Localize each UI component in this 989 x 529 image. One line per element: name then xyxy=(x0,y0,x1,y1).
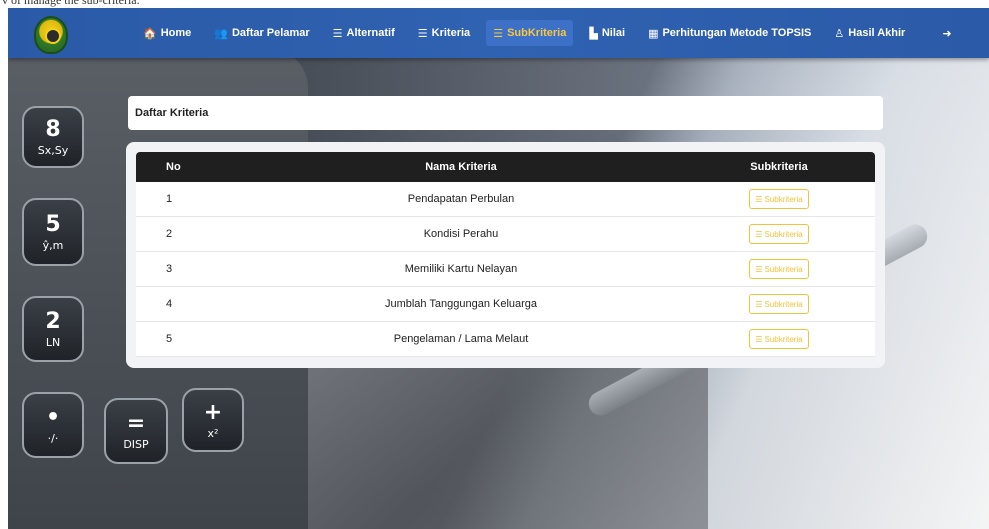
list-icon: ☰ xyxy=(755,264,763,274)
nav-alternatif[interactable]: ☰ Alternatif xyxy=(326,20,402,46)
cell-nama-kriteria: Pendapatan Perbulan xyxy=(239,182,683,217)
cell-subkriteria: ☰ Subkriteria xyxy=(683,182,875,217)
user-icon: ♙ xyxy=(834,26,845,40)
nav-nilai[interactable]: ▙ Nilai xyxy=(582,20,632,46)
nav-hasil-akhir[interactable]: ♙ Hasil Akhir xyxy=(827,20,912,46)
users-icon: 👥 xyxy=(214,26,228,40)
list-icon: ☰ xyxy=(755,229,763,239)
calculator-key: + x² xyxy=(182,388,244,452)
header-subkriteria: Subkriteria xyxy=(683,152,875,182)
cell-no: 3 xyxy=(136,251,239,287)
table-row: 5 Pengelaman / Lama Melaut ☰ Subkriteria xyxy=(136,321,875,357)
cell-subkriteria: ☰ Subkriteria xyxy=(683,286,875,322)
nav-subkriteria[interactable]: ☰ SubKriteria xyxy=(486,20,574,46)
chart-icon: ▙ xyxy=(589,26,598,40)
list-ol-icon: ☰ xyxy=(417,26,428,40)
nav-home[interactable]: 🏠 Home xyxy=(136,20,198,46)
calculator-key: 8 Sx,Sy xyxy=(22,106,84,168)
table-row: 2 Kondisi Perahu ☰ Subkriteria xyxy=(136,216,875,252)
table-header-row: No Nama Kriteria Subkriteria xyxy=(136,152,875,182)
list-icon: ☰ xyxy=(755,334,763,344)
cell-subkriteria: ☰ Subkriteria xyxy=(683,216,875,252)
calculator-icon: ▦ xyxy=(648,26,659,40)
cell-nama-kriteria: Kondisi Perahu xyxy=(239,216,683,252)
app-logo[interactable] xyxy=(34,16,68,54)
list-icon: ☰ xyxy=(493,26,504,40)
nav-alternatif-label: Alternatif xyxy=(346,27,395,39)
header-nama-kriteria: Nama Kriteria xyxy=(239,152,683,182)
app-frame: 8 Sx,Sy 5 ŷ,m 2 LN • ·/· = DISP + x² 🏠 Home 👥 … xyxy=(8,8,989,529)
cell-subkriteria: ☰ Subkriteria xyxy=(683,251,875,287)
nav-perhitungan-label: Perhitungan Metode TOPSIS xyxy=(662,27,812,39)
subkriteria-button[interactable]: ☰ Subkriteria xyxy=(749,329,809,349)
header-no: No xyxy=(136,152,239,182)
cell-subkriteria: ☰ Subkriteria xyxy=(683,321,875,357)
criteria-table-card: No Nama Kriteria Subkriteria 1 Pendapata… xyxy=(126,142,885,368)
logout-button[interactable]: ➜ xyxy=(935,20,962,46)
caption-text: v of manage the sub-criteria. xyxy=(2,0,140,7)
list-icon: ☰ xyxy=(332,26,343,40)
cell-no: 1 xyxy=(136,182,239,217)
sign-out-icon: ➜ xyxy=(942,26,952,40)
calculator-key: • ·/· xyxy=(22,392,84,458)
home-icon: 🏠 xyxy=(143,26,157,40)
calculator-key: 5 ŷ,m xyxy=(22,198,84,266)
nav-daftar-pelamar[interactable]: 👥 Daftar Pelamar xyxy=(207,20,316,46)
calculator-key: = DISP xyxy=(104,398,168,464)
nav-menu: 🏠 Home 👥 Daftar Pelamar ☰ Alternatif ☰ K… xyxy=(136,8,972,58)
cell-no: 2 xyxy=(136,216,239,252)
nav-subkriteria-label: SubKriteria xyxy=(507,27,567,39)
subkriteria-button[interactable]: ☰ Subkriteria xyxy=(749,294,809,314)
list-icon: ☰ xyxy=(755,194,763,204)
cell-nama-kriteria: Pengelaman / Lama Melaut xyxy=(239,321,683,357)
subkriteria-button[interactable]: ☰ Subkriteria xyxy=(749,189,809,209)
top-navbar: 🏠 Home 👥 Daftar Pelamar ☰ Alternatif ☰ K… xyxy=(8,8,989,58)
criteria-table: No Nama Kriteria Subkriteria 1 Pendapata… xyxy=(136,152,875,357)
card-title: Daftar Kriteria xyxy=(128,96,883,130)
cell-no: 4 xyxy=(136,286,239,322)
cell-no: 5 xyxy=(136,321,239,357)
table-row: 3 Memiliki Kartu Nelayan ☰ Subkriteria xyxy=(136,251,875,287)
nav-hasil-akhir-label: Hasil Akhir xyxy=(848,27,906,39)
calculator-key: 2 LN xyxy=(22,296,84,362)
nav-perhitungan[interactable]: ▦ Perhitungan Metode TOPSIS xyxy=(641,20,818,46)
nav-daftar-pelamar-label: Daftar Pelamar xyxy=(231,27,310,39)
nav-nilai-label: Nilai xyxy=(601,27,626,39)
card-title-text: Daftar Kriteria xyxy=(135,107,209,119)
nav-home-label: Home xyxy=(160,27,192,39)
table-row: 1 Pendapatan Perbulan ☰ Subkriteria xyxy=(136,182,875,217)
cell-nama-kriteria: Memiliki Kartu Nelayan xyxy=(239,251,683,287)
nav-kriteria-label: Kriteria xyxy=(431,27,471,39)
list-icon: ☰ xyxy=(755,299,763,309)
table-row: 4 Jumblah Tanggungan Keluarga ☰ Subkriter… xyxy=(136,286,875,322)
cell-nama-kriteria: Jumblah Tanggungan Keluarga xyxy=(239,286,683,322)
subkriteria-button[interactable]: ☰ Subkriteria xyxy=(749,259,809,279)
caption-strip: v of manage the sub-criteria. xyxy=(0,0,989,8)
subkriteria-button[interactable]: ☰ Subkriteria xyxy=(749,224,809,244)
nav-kriteria[interactable]: ☰ Kriteria xyxy=(411,20,477,46)
